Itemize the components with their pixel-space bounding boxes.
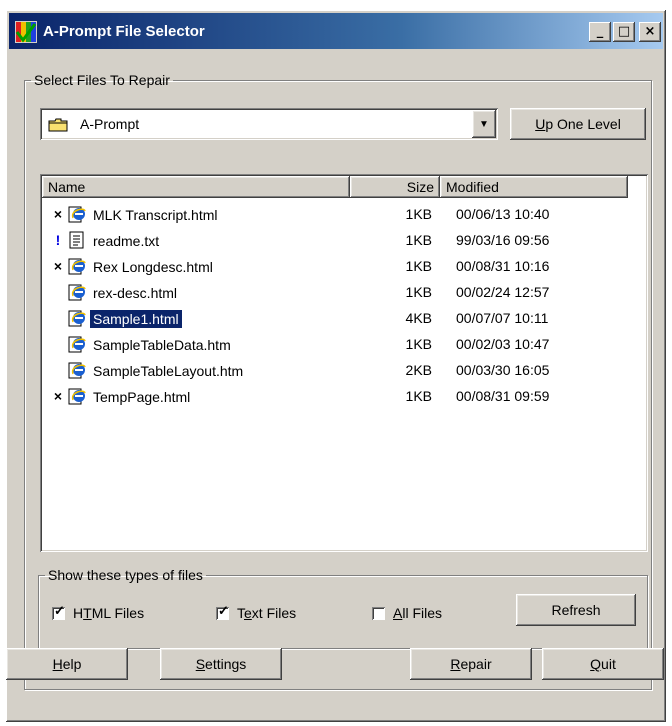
checkmark-icon: ✓	[54, 602, 65, 618]
select-files-legend: Select Files To Repair	[34, 72, 170, 88]
file-size: 1KB	[405, 258, 432, 274]
repair-label: Repair	[450, 656, 492, 672]
folder-dropdown-value: A-Prompt	[80, 116, 140, 132]
ie-html-icon	[68, 387, 86, 405]
ie-html-icon	[68, 361, 86, 379]
file-modified: 00/08/31 10:16	[456, 258, 550, 274]
warning-mark-icon: !	[55, 232, 61, 248]
file-size: 1KB	[405, 388, 432, 404]
file-name: SampleTableLayout.htm	[93, 363, 244, 379]
file-name: SampleTableData.htm	[93, 337, 231, 353]
file-row[interactable]: SampleTableData.htm 1KB 00/02/03 10:47	[42, 332, 642, 358]
error-mark-icon: ×	[53, 388, 63, 404]
file-name: Sample1.html	[89, 309, 183, 329]
text-files-checkbox[interactable]: ✓ Text Files	[216, 603, 297, 621]
file-name: rex-desc.html	[93, 285, 178, 301]
html-files-checkbox[interactable]: ✓ HTML Files	[52, 603, 145, 621]
folder-dropdown[interactable]: A-Prompt ▼	[40, 108, 498, 140]
column-header-size[interactable]: Size	[350, 176, 440, 198]
settings-button[interactable]: Settings	[160, 648, 282, 680]
file-size: 1KB	[405, 232, 432, 248]
file-row[interactable]: ! readme.txt 1KB 99/03/16 09:56	[42, 228, 642, 254]
window-title: A-Prompt File Selector	[43, 23, 205, 40]
file-size: 1KB	[405, 206, 432, 222]
ie-html-icon	[68, 309, 86, 327]
all-files-checkbox[interactable]: All Files	[372, 605, 442, 621]
html-files-label: HTML Files	[73, 605, 145, 621]
text-file-icon	[68, 231, 86, 249]
ie-html-icon	[68, 335, 86, 353]
file-row[interactable]: × MLK Transcript.html 1KB 00/06/13 10:40	[42, 202, 642, 228]
file-modified: 99/03/16 09:56	[456, 232, 550, 248]
repair-button[interactable]: Repair	[410, 648, 532, 680]
minimize-button[interactable]: _	[589, 22, 611, 42]
column-header-modified[interactable]: Modified	[440, 176, 628, 198]
file-size: 2KB	[405, 362, 432, 378]
file-name: MLK Transcript.html	[93, 207, 218, 223]
file-modified: 00/08/31 09:59	[456, 388, 550, 404]
dropdown-arrow-button[interactable]: ▼	[472, 110, 496, 138]
file-row[interactable]: SampleTableLayout.htm 2KB 00/03/30 16:05	[42, 358, 642, 384]
file-list[interactable]: Name Size Modified × MLK Transcript.html 1…	[40, 174, 648, 552]
error-mark-icon: ×	[53, 258, 63, 274]
html-files-checkbox-box[interactable]: ✓	[52, 603, 65, 620]
help-label: Help	[52, 656, 82, 672]
refresh-button[interactable]: Refresh	[516, 594, 636, 626]
chevron-down-icon: ▼	[479, 118, 489, 130]
folder-icon	[48, 118, 68, 132]
file-modified: 00/02/24 12:57	[456, 284, 550, 300]
quit-button[interactable]: Quit	[542, 648, 664, 680]
file-modified: 00/07/07 10:11	[456, 310, 549, 326]
help-button[interactable]: Help	[6, 648, 128, 680]
column-header-name[interactable]: Name	[42, 176, 350, 198]
file-size: 1KB	[405, 336, 432, 352]
file-row[interactable]: × TempPage.html 1KB 00/08/31 09:59	[42, 384, 642, 410]
title-bar[interactable]: A-Prompt File Selector _ □ ×	[9, 13, 663, 49]
file-row[interactable]: Sample1.html 4KB 00/07/07 10:11	[42, 306, 642, 332]
file-name: readme.txt	[93, 233, 160, 249]
up-one-level-label: Up One Level	[535, 116, 621, 132]
ie-html-icon	[68, 283, 86, 301]
file-list-header: Name Size Modified	[42, 176, 646, 198]
quit-label: Quit	[590, 656, 616, 672]
error-mark-icon: ×	[53, 206, 63, 222]
file-modified: 00/02/03 10:47	[456, 336, 550, 352]
file-types-legend: Show these types of files	[48, 567, 203, 583]
file-row[interactable]: × Rex Longdesc.html 1KB 00/08/31 10:16	[42, 254, 642, 280]
text-files-label: Text Files	[237, 605, 297, 621]
file-name: TempPage.html	[93, 389, 191, 405]
file-selector-window: A-Prompt File Selector _ □ × Select File…	[6, 10, 666, 722]
file-modified: 00/03/30 16:05	[456, 362, 550, 378]
ie-html-icon	[68, 205, 86, 223]
file-size: 4KB	[405, 310, 432, 326]
ie-html-icon	[68, 257, 86, 275]
all-files-checkbox-box[interactable]	[372, 606, 385, 620]
close-button[interactable]: ×	[639, 22, 661, 42]
text-files-checkbox-box[interactable]: ✓	[216, 603, 229, 620]
a-prompt-app-icon	[15, 21, 37, 43]
file-size: 1KB	[405, 284, 432, 300]
file-name: Rex Longdesc.html	[93, 259, 213, 275]
settings-label: Settings	[195, 656, 247, 672]
up-one-level-button[interactable]: Up One Level	[510, 108, 646, 140]
file-modified: 00/06/13 10:40	[456, 206, 550, 222]
all-files-label: All Files	[393, 605, 443, 621]
checkmark-icon: ✓	[218, 602, 229, 618]
maximize-button[interactable]: □	[613, 22, 635, 42]
file-row[interactable]: rex-desc.html 1KB 00/02/24 12:57	[42, 280, 642, 306]
